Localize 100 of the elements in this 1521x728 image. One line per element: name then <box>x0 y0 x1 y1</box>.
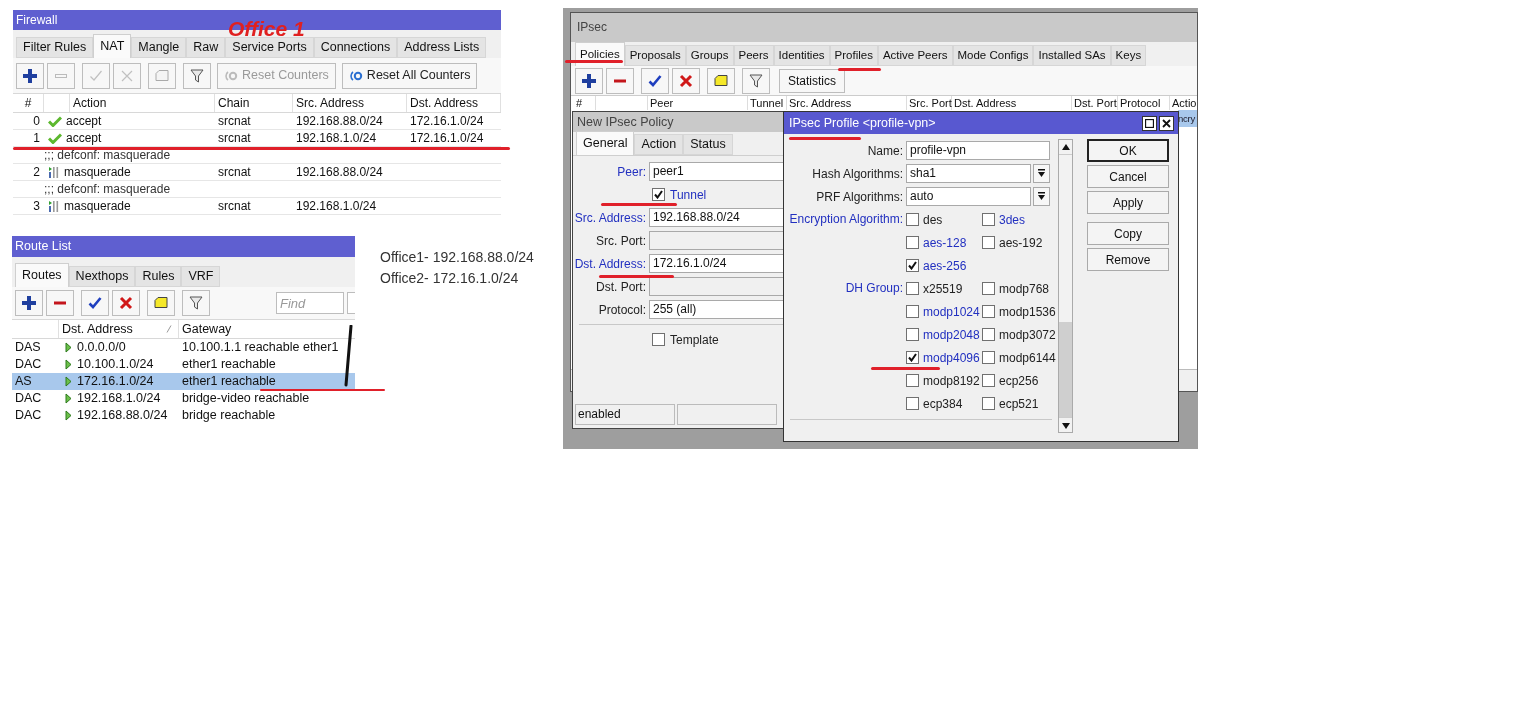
enable-button[interactable] <box>81 290 109 316</box>
table-cell: 192.168.1.0/24 <box>77 392 161 405</box>
scrollbar-thumb[interactable] <box>1059 322 1072 417</box>
column-header: Dst. Address <box>62 320 133 338</box>
tab[interactable]: General <box>576 131 635 155</box>
x-icon <box>679 73 693 88</box>
tab[interactable]: Proposals <box>624 45 686 66</box>
dropdown-field[interactable]: sha1 <box>906 164 1031 183</box>
checkbox[interactable] <box>982 351 995 364</box>
tab[interactable]: Service Ports <box>225 37 314 58</box>
checkbox[interactable] <box>982 236 995 249</box>
column-header: Tunnel <box>748 96 787 110</box>
tab[interactable]: Groups <box>685 45 734 66</box>
tab[interactable]: Active Peers <box>877 45 953 66</box>
input-field[interactable]: 192.168.88.0/24 <box>649 208 784 227</box>
tab[interactable]: Rules <box>135 266 182 287</box>
table-cell-text: accept <box>66 130 102 147</box>
close-icon <box>1162 118 1171 128</box>
input-field[interactable]: 172.16.1.0/24 <box>649 254 784 273</box>
comment-button[interactable] <box>707 67 735 94</box>
input-field[interactable] <box>347 292 355 314</box>
checkbox[interactable] <box>906 282 919 295</box>
dialog-button[interactable]: Remove <box>1087 248 1169 271</box>
checkbox[interactable] <box>906 236 919 249</box>
tab[interactable]: Action <box>634 134 684 155</box>
checkbox[interactable] <box>982 374 995 387</box>
checkbox[interactable] <box>982 397 995 410</box>
tab[interactable]: Connections <box>313 37 398 58</box>
table-row[interactable]: AS 172.16.1.0/24 ether1 reachable <box>12 373 355 390</box>
checkbox[interactable] <box>906 259 919 272</box>
dialog-button[interactable]: Copy <box>1087 222 1169 245</box>
tab[interactable]: Raw <box>186 37 226 58</box>
filter-button[interactable] <box>182 290 210 316</box>
tab[interactable]: Peers <box>733 45 774 66</box>
triangle-icon <box>65 410 72 421</box>
up-arrow-icon <box>1061 143 1070 151</box>
checkbox[interactable] <box>982 213 995 226</box>
input-field[interactable]: peer1 <box>649 162 784 181</box>
status-cell: enabled <box>575 404 675 425</box>
filter-button[interactable] <box>183 62 211 89</box>
checkbox[interactable] <box>982 305 995 318</box>
dropdown-field[interactable]: auto <box>906 187 1031 206</box>
tab[interactable]: Mode Configs <box>952 45 1034 66</box>
dropdown-button[interactable] <box>1033 187 1050 206</box>
scrollbar[interactable] <box>1058 139 1073 433</box>
tab[interactable]: Profiles <box>829 45 878 66</box>
checkbox[interactable] <box>652 188 665 201</box>
statistics-button[interactable]: Statistics <box>779 68 845 93</box>
tab[interactable]: Mangle <box>131 37 187 58</box>
sort-icon <box>166 325 172 333</box>
tab[interactable]: Installed SAs <box>1033 45 1111 66</box>
add-button[interactable] <box>575 67 603 94</box>
checkbox-label: modp8192 <box>923 372 980 390</box>
dialog-button[interactable]: OK <box>1087 139 1169 162</box>
tab[interactable]: Filter Rules <box>16 37 94 58</box>
dropdown-button[interactable] <box>1033 164 1050 183</box>
tab[interactable]: Routes <box>15 263 69 287</box>
tab[interactable]: Identities <box>773 45 830 66</box>
note-text: Office1- 192.168.88.0/24 <box>380 248 534 266</box>
triangle-icon <box>65 359 72 370</box>
remove-button[interactable] <box>606 67 634 94</box>
maximize-button[interactable] <box>1142 115 1157 131</box>
checkbox[interactable] <box>906 213 919 226</box>
checkbox-label: ecp256 <box>999 372 1039 390</box>
table-cell-text: 192.168.88.0/24 <box>295 164 384 181</box>
comment-button[interactable] <box>147 290 175 316</box>
column-header: Src. Port <box>907 96 952 110</box>
tab[interactable]: Status <box>683 134 733 155</box>
column-header: # <box>574 96 596 110</box>
enable-button[interactable] <box>641 67 669 94</box>
filter-button[interactable] <box>742 67 770 94</box>
counter-button[interactable]: Reset All Counters <box>341 62 478 89</box>
disable-button[interactable] <box>112 290 140 316</box>
checkbox[interactable] <box>906 397 919 410</box>
dialog-button[interactable]: Apply <box>1087 191 1169 214</box>
field-label: Peer: <box>616 163 647 181</box>
tab[interactable]: Address Lists <box>397 37 487 58</box>
bars-icon <box>48 199 60 213</box>
add-button[interactable] <box>15 290 43 316</box>
checkbox[interactable] <box>906 328 919 341</box>
disable-button[interactable] <box>672 67 700 94</box>
checkbox[interactable] <box>982 282 995 295</box>
input-field[interactable]: 255 (all) <box>649 300 784 319</box>
checkbox[interactable] <box>906 374 919 387</box>
input-field[interactable]: profile-vpn <box>906 141 1050 160</box>
checkbox[interactable] <box>906 351 919 364</box>
table-cell-text: accept <box>66 113 102 130</box>
note-icon <box>154 296 168 310</box>
find-field[interactable]: Find <box>276 292 344 314</box>
checkbox[interactable] <box>906 305 919 318</box>
dialog-button[interactable]: Cancel <box>1087 165 1169 188</box>
tab[interactable]: VRF <box>181 266 221 287</box>
tab[interactable]: Keys <box>1110 45 1147 66</box>
tab[interactable]: Nexthops <box>68 266 136 287</box>
remove-button[interactable] <box>46 290 74 316</box>
add-button[interactable] <box>16 62 44 89</box>
checkbox[interactable] <box>982 328 995 341</box>
close-button[interactable] <box>1159 115 1174 131</box>
checkbox[interactable] <box>652 333 665 346</box>
tab[interactable]: NAT <box>93 34 132 58</box>
